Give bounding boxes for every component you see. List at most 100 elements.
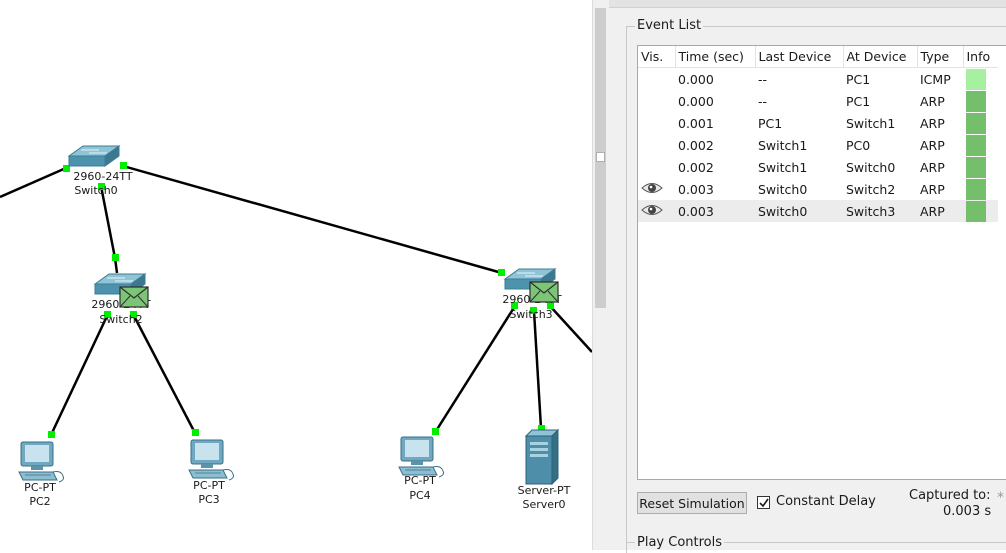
link-switch0-switch3	[122, 164, 503, 275]
cell-type: ICMP	[920, 71, 951, 87]
cell-type: ARP	[920, 93, 945, 109]
switch3-model-label: 2960-24TT	[502, 293, 562, 306]
cell-info[interactable]	[963, 112, 998, 134]
cell-last-device: Switch0	[758, 181, 808, 197]
col-type[interactable]: Type	[917, 46, 964, 68]
col-vis[interactable]: Vis.	[638, 46, 676, 68]
switch2-model-label: 2960-24TT	[91, 298, 151, 311]
cell-at-device: PC0	[846, 137, 871, 153]
simulation-panel: Event List Vis. Time (sec) Last Device A…	[609, 0, 1006, 553]
scrollbar-grip-icon	[596, 152, 605, 162]
reset-simulation-button[interactable]: Reset Simulation	[637, 492, 747, 514]
switch2-icon[interactable]	[94, 273, 146, 295]
cell-at-device: Switch3	[843, 200, 917, 222]
link-switch2-pc2	[49, 313, 110, 436]
switch3-icon[interactable]	[504, 268, 556, 290]
info-color-swatch[interactable]	[966, 156, 986, 178]
topology-canvas	[0, 145, 592, 485]
switch0-model-label: 2960-24TT	[73, 170, 133, 183]
cell-vis[interactable]	[638, 134, 675, 156]
table-row[interactable]: 0.001 PC1 Switch1 ARP	[638, 112, 998, 134]
captured-star-icon: *	[997, 490, 1004, 506]
pc4-icon[interactable]	[398, 436, 444, 478]
cell-time: 0.002	[678, 137, 714, 153]
cell-type: ARP	[920, 159, 945, 175]
cell-vis[interactable]	[638, 156, 675, 178]
event-list-table[interactable]: Vis. Time (sec) Last Device At Device Ty…	[637, 45, 1006, 480]
link-switch0-left	[0, 166, 67, 199]
cell-info[interactable]	[963, 156, 998, 178]
cell-info[interactable]	[963, 68, 998, 91]
cell-vis[interactable]	[638, 200, 675, 222]
cell-type: ARP	[920, 181, 945, 197]
pc2-model-label: PC-PT	[24, 481, 56, 494]
cell-last-device: PC1	[758, 115, 783, 131]
info-color-swatch[interactable]	[966, 90, 986, 112]
table-header: Vis. Time (sec) Last Device At Device Ty…	[638, 46, 998, 68]
cell-time: 0.001	[678, 115, 714, 131]
switch0-icon[interactable]	[68, 145, 120, 167]
switch2-name-label: Switch2	[99, 313, 143, 326]
pc2-icon[interactable]	[18, 441, 64, 483]
pc3-name-label: PC3	[198, 493, 220, 506]
eye-icon	[641, 182, 663, 193]
col-last-device[interactable]: Last Device	[755, 46, 844, 68]
constant-delay-label: Constant Delay	[776, 494, 876, 509]
pc3-icon[interactable]	[188, 439, 234, 481]
pc3-model-label: PC-PT	[193, 479, 225, 492]
server0-icon[interactable]	[525, 429, 559, 485]
pc4-name-label: PC4	[409, 489, 431, 502]
link-switch3-right	[549, 305, 592, 353]
pc2-name-label: PC2	[29, 495, 51, 508]
info-color-swatch[interactable]	[966, 200, 986, 222]
cell-type: ARP	[917, 200, 963, 222]
captured-to-value: 0.003 s	[943, 504, 992, 519]
workspace-vertical-scrollbar[interactable]	[592, 0, 609, 550]
constant-delay-checkbox[interactable]	[757, 496, 770, 509]
cell-vis[interactable]	[638, 178, 675, 200]
cell-at-device: Switch0	[846, 159, 896, 175]
cell-vis[interactable]	[638, 90, 675, 112]
info-color-swatch[interactable]	[966, 134, 986, 156]
panel-top-strip	[609, 0, 1006, 8]
info-color-swatch[interactable]	[966, 112, 986, 134]
server0-model-label: Server-PT	[517, 484, 571, 497]
cell-vis[interactable]	[638, 68, 675, 91]
cell-vis[interactable]	[638, 112, 675, 134]
cell-type: ARP	[920, 115, 945, 131]
cell-info[interactable]	[963, 178, 998, 200]
topology-workspace[interactable]: 2960-24TT Switch0 2960-24TT Switch2 2960…	[0, 0, 592, 550]
cell-last-device: Switch1	[758, 137, 808, 153]
link-switch3-server0	[532, 310, 543, 429]
table-row[interactable]: 0.000 -- PC1 ICMP	[638, 68, 998, 91]
cell-last-device: --	[758, 71, 768, 87]
cell-at-device: Switch2	[846, 181, 896, 197]
cell-last-device: Switch0	[755, 200, 843, 222]
table-row[interactable]: 0.002 Switch1 Switch0 ARP	[638, 156, 998, 178]
cell-last-device: --	[758, 93, 768, 109]
eye-icon	[641, 204, 663, 215]
info-color-swatch[interactable]	[966, 178, 986, 200]
cell-time: 0.000	[678, 93, 714, 109]
switch0-name-label: Switch0	[74, 184, 118, 197]
table-row[interactable]: 0.002 Switch1 PC0 ARP	[638, 134, 998, 156]
server0-name-label: Server0	[522, 498, 566, 511]
table-row[interactable]: 0.003 Switch0 Switch2 ARP	[638, 178, 998, 200]
col-info[interactable]: Info	[963, 46, 998, 68]
captured-to-label: Captured to:	[909, 488, 991, 503]
col-time[interactable]: Time (sec)	[675, 46, 756, 68]
simulation-controls-bar: Reset Simulation Constant Delay Captured…	[637, 485, 1006, 525]
table-row[interactable]: 0.003 Switch0 Switch3 ARP	[638, 200, 998, 222]
event-list-title: Event List	[635, 18, 704, 33]
cell-time: 0.003	[675, 200, 755, 222]
cell-info[interactable]	[963, 134, 998, 156]
cell-info[interactable]	[963, 90, 998, 112]
info-color-swatch[interactable]	[966, 68, 986, 90]
cell-info[interactable]	[963, 200, 998, 222]
table-row[interactable]: 0.000 -- PC1 ARP	[638, 90, 998, 112]
checkmark-icon	[759, 498, 769, 508]
cell-time: 0.003	[678, 181, 714, 197]
cell-last-device: Switch1	[758, 159, 808, 175]
col-at-device[interactable]: At Device	[843, 46, 918, 68]
cell-at-device: PC1	[846, 93, 871, 109]
